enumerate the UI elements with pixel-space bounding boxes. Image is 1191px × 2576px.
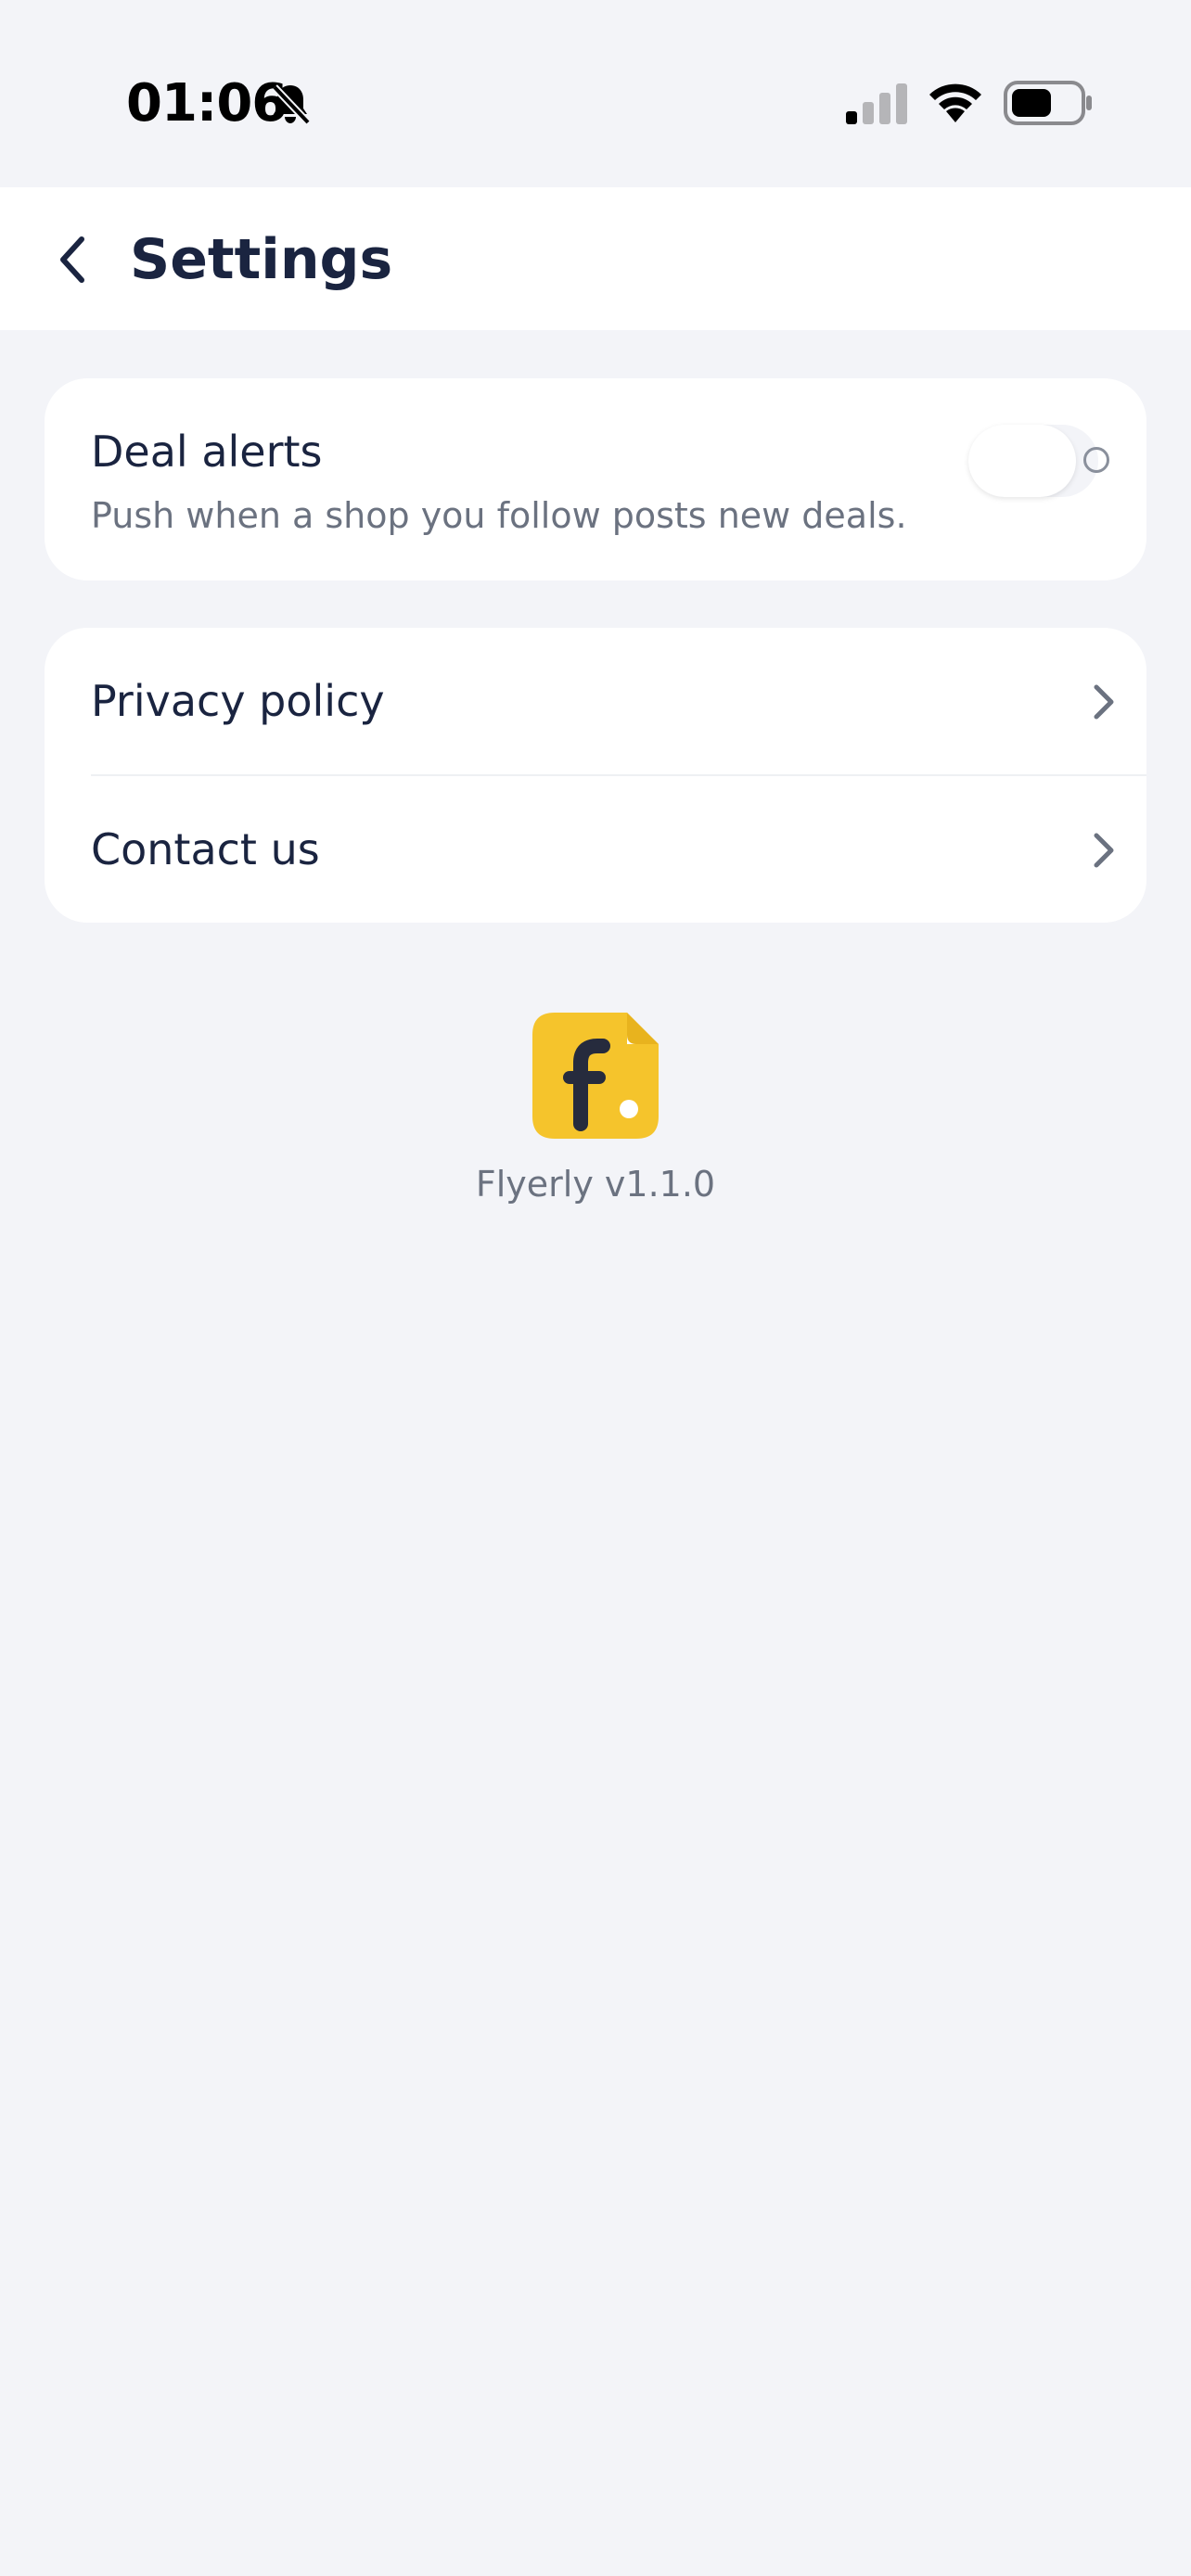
chevron-right-icon bbox=[1094, 684, 1114, 720]
signal-icon bbox=[846, 83, 907, 124]
toggle-off-indicator bbox=[1083, 447, 1109, 473]
page-title: Settings bbox=[130, 227, 393, 292]
deal-alerts-description: Push when a shop you follow posts new de… bbox=[91, 495, 907, 536]
privacy-policy-label: Privacy policy bbox=[91, 676, 385, 726]
deal-alerts-card: Deal alerts Push when a shop you follow … bbox=[45, 378, 1146, 580]
contact-us-row[interactable]: Contact us bbox=[45, 776, 1146, 923]
contact-us-label: Contact us bbox=[91, 824, 320, 874]
deal-alerts-toggle[interactable] bbox=[920, 417, 1146, 504]
back-button[interactable] bbox=[39, 221, 106, 299]
battery-icon bbox=[1004, 81, 1092, 125]
header: Settings bbox=[0, 187, 1191, 330]
app-logo bbox=[532, 1013, 659, 1139]
chevron-right-icon bbox=[1094, 833, 1114, 868]
status-time: 01:06 bbox=[126, 73, 288, 134]
chevron-left-icon bbox=[60, 236, 84, 283]
bell-off-icon bbox=[272, 84, 311, 125]
toggle-knob bbox=[968, 425, 1076, 497]
deal-alerts-title: Deal alerts bbox=[91, 427, 323, 477]
privacy-policy-row[interactable]: Privacy policy bbox=[45, 628, 1146, 776]
status-bar: 01:06 bbox=[0, 0, 1191, 185]
links-card: Privacy policy Contact us bbox=[45, 628, 1146, 923]
app-version: Flyerly v1.1.0 bbox=[475, 1164, 716, 1205]
wifi-icon bbox=[929, 83, 981, 122]
